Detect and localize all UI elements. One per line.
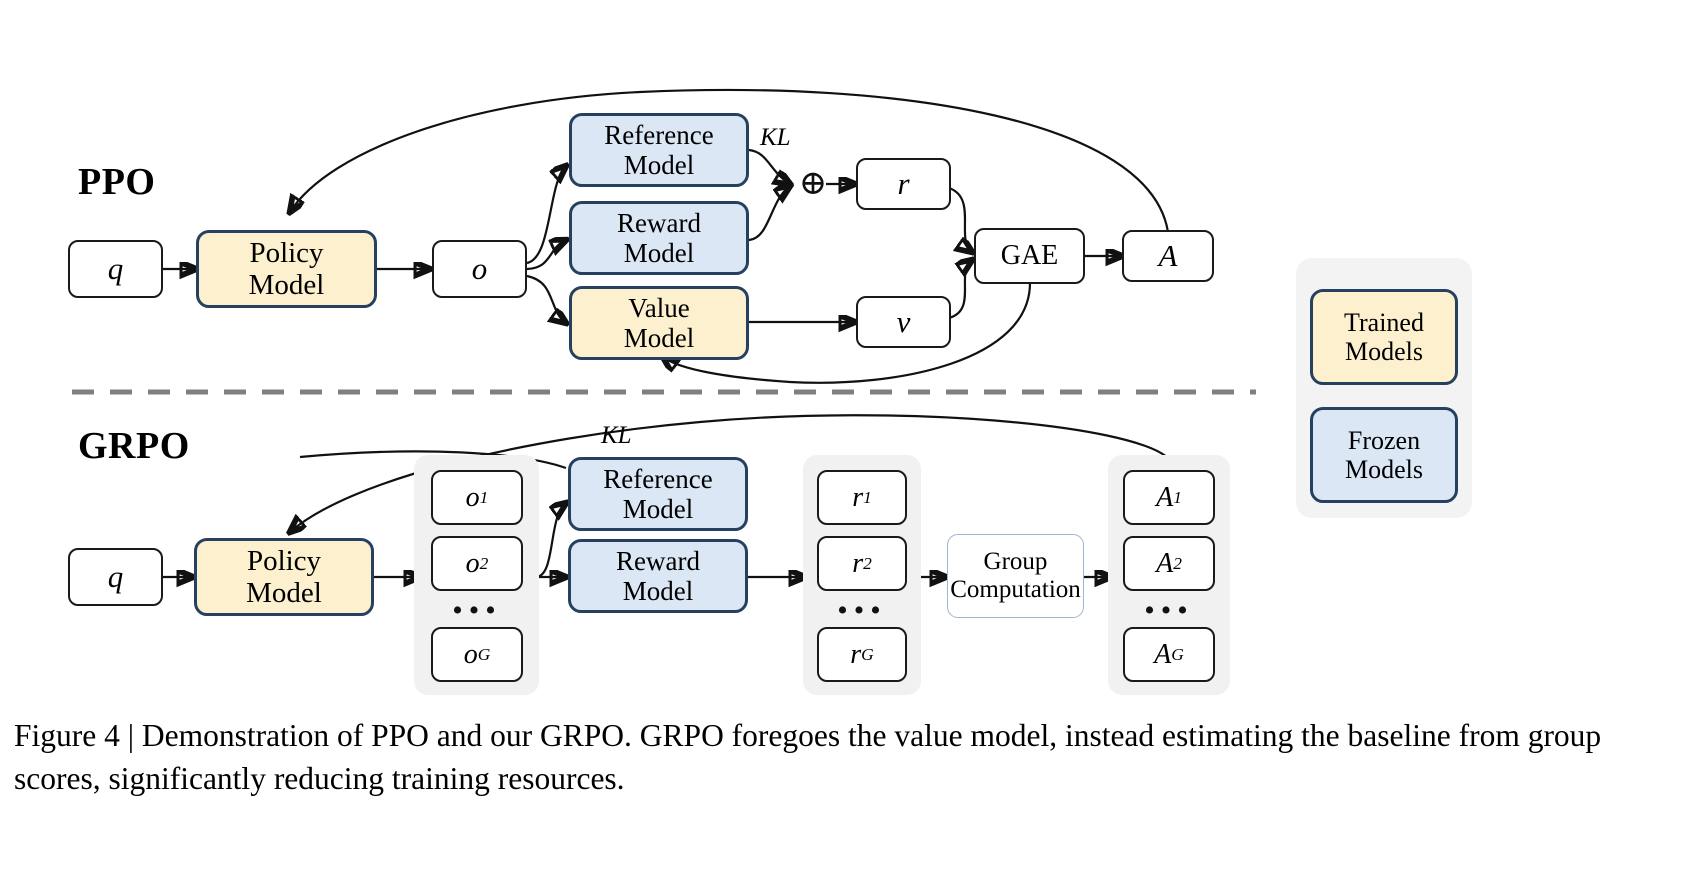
ppo-kl-label: KL (760, 124, 791, 151)
legend-frozen-models-swatch: Frozen Models (1310, 407, 1458, 503)
grpo-advantage-1-sub: 1 (1173, 487, 1182, 507)
grpo-advantage-g-sub: G (1171, 644, 1184, 664)
grpo-reward-g-base: r (850, 638, 862, 670)
grpo-reward-item-1: r1 (817, 470, 907, 525)
legend-trained-models-swatch: Trained Models (1310, 289, 1458, 385)
grpo-advantage-1-base: A (1156, 481, 1174, 513)
legend-trained-line2: Models (1345, 337, 1423, 366)
ppo-q-node: q (68, 240, 163, 298)
ppo-a-node: A (1122, 230, 1214, 282)
grpo-reward-1-sub: 1 (863, 487, 872, 507)
figure-caption: Figure 4 | Demonstration of PPO and our … (14, 718, 1602, 797)
arrow-ppo-o-to-reward (526, 240, 566, 271)
ppo-reward-model-line1: Reward (617, 207, 701, 238)
ppo-value-model-line1: Value (628, 292, 690, 323)
grpo-advantage-2-sub: 2 (1173, 553, 1182, 573)
grpo-output-item-1: o1 (431, 470, 523, 525)
arrow-ppo-reference-to-plus (748, 148, 790, 184)
grpo-group-computation-line1: Group (983, 548, 1048, 575)
ppo-gae-node: GAE (974, 228, 1085, 284)
ppo-policy-model-line1: Policy (249, 236, 324, 269)
ppo-o-node: o (432, 240, 527, 298)
ppo-value-model-line2: Model (623, 323, 695, 353)
grpo-row-title: GRPO (78, 425, 190, 467)
grpo-output-2-base: o (465, 547, 480, 579)
grpo-output-2-sub: 2 (479, 553, 489, 573)
grpo-reward-item-2: r2 (817, 536, 907, 591)
grpo-output-item-g: oG (431, 627, 523, 682)
ppo-reward-model-node: Reward Model (569, 201, 749, 275)
ppo-reference-model-node: Reference Model (569, 113, 749, 187)
ppo-reward-model-line2: Model (623, 238, 695, 268)
grpo-reference-model-line2: Model (622, 494, 694, 524)
legend-frozen-line1: Frozen (1347, 425, 1421, 455)
arrow-ppo-o-to-reference (526, 166, 566, 265)
ppo-policy-model-line2: Model (248, 269, 325, 301)
ppo-r-node: r (856, 158, 951, 210)
arrow-ppo-o-to-value (526, 274, 566, 323)
grpo-output-g-sub: G (477, 644, 491, 664)
arrow-ppo-v-to-gae (948, 260, 972, 320)
grpo-kl-label: KL (601, 422, 632, 449)
grpo-reward-2-sub: 2 (863, 553, 872, 573)
grpo-advantage-g-base: A (1154, 638, 1172, 670)
ppo-plus-operator-icon: ⊕ (798, 165, 828, 202)
grpo-policy-model-line2: Model (246, 577, 322, 609)
ppo-reference-model-line1: Reference (604, 119, 714, 150)
grpo-output-item-2: o2 (431, 536, 523, 591)
grpo-outputs-ellipsis: ••• (452, 594, 502, 627)
grpo-policy-model-node: Policy Model (194, 538, 374, 616)
grpo-q-node: q (68, 548, 163, 606)
grpo-advantage-2-base: A (1156, 547, 1174, 579)
figure-canvas: PPO q Policy Model o Reference Model Rew… (0, 0, 1698, 894)
grpo-output-g-base: o (463, 638, 478, 670)
grpo-reward-2-base: r (852, 547, 864, 579)
ppo-policy-model-node: Policy Model (196, 230, 377, 308)
ppo-value-model-node: Value Model (569, 286, 749, 360)
grpo-reference-model-node: Reference Model (568, 457, 748, 531)
grpo-advantage-item-1: A1 (1123, 470, 1215, 525)
grpo-reward-item-g: rG (817, 627, 907, 682)
grpo-output-1-base: o (465, 481, 480, 513)
grpo-reward-g-sub: G (861, 644, 874, 664)
grpo-advantage-item-g: AG (1123, 627, 1215, 682)
grpo-policy-model-line1: Policy (246, 544, 322, 577)
legend-trained-line1: Trained (1344, 307, 1424, 337)
ppo-v-node: v (856, 296, 951, 348)
ppo-reference-model-line2: Model (623, 150, 695, 180)
grpo-advantages-ellipsis: ••• (1144, 594, 1194, 627)
grpo-rewards-ellipsis: ••• (837, 594, 887, 627)
grpo-reference-model-line1: Reference (603, 463, 713, 494)
grpo-group-computation-node: Group Computation (947, 534, 1084, 618)
grpo-group-computation-line2: Computation (950, 576, 1081, 603)
grpo-reward-model-line1: Reward (616, 545, 700, 576)
arrow-ppo-r-to-gae (948, 186, 972, 252)
legend-frozen-line2: Models (1345, 455, 1423, 484)
grpo-reward-1-base: r (852, 481, 864, 513)
grpo-reward-model-line2: Model (622, 576, 694, 606)
ppo-row-title: PPO (78, 161, 156, 203)
grpo-reward-model-node: Reward Model (568, 539, 748, 613)
grpo-output-1-sub: 1 (479, 487, 489, 507)
arrow-grpo-outputs-to-reference (535, 503, 566, 579)
grpo-advantage-item-2: A2 (1123, 536, 1215, 591)
arrow-ppo-reward-to-plus (748, 186, 790, 242)
